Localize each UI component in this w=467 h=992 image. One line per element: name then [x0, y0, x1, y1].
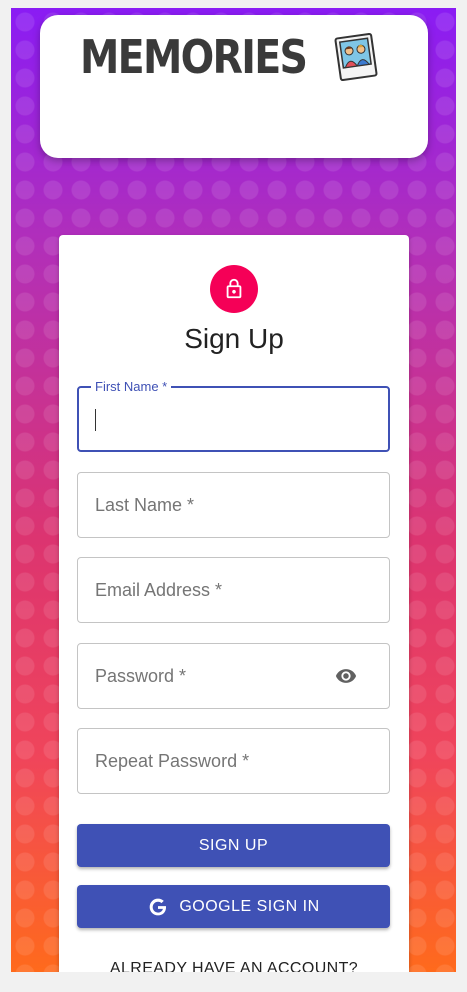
first-name-label: First Name *: [91, 379, 172, 394]
text-caret: [95, 409, 96, 431]
last-name-placeholder: Last Name *: [95, 495, 195, 515]
sign-up-label: SIGN UP: [198, 836, 269, 854]
signup-form-card: Sign Up First Name * Last Name * Email A…: [59, 235, 409, 972]
email-placeholder: Email Address *: [95, 580, 223, 600]
switch-to-sign-in-link[interactable]: ALREADY HAVE AN ACCOUNT?: [59, 960, 409, 972]
photo-memories-icon: [334, 32, 378, 82]
sign-up-button[interactable]: SIGN UP: [77, 824, 390, 867]
first-name-field[interactable]: First Name *: [77, 379, 390, 452]
password-placeholder: Password *: [95, 666, 187, 686]
password-field[interactable]: Password *: [77, 643, 390, 709]
lock-avatar: [210, 265, 258, 313]
brand-link[interactable]: MEMORIES: [80, 27, 380, 87]
app-bar: MEMORIES: [40, 15, 428, 158]
repeat-password-placeholder: Repeat Password *: [95, 751, 250, 771]
google-icon: [149, 898, 167, 915]
window-edge: [456, 8, 467, 972]
email-field[interactable]: Email Address *: [77, 557, 390, 623]
last-name-field[interactable]: Last Name *: [77, 472, 390, 538]
page-title: Sign Up: [184, 323, 284, 354]
google-sign-in-label: GOOGLE SIGN IN: [179, 897, 320, 915]
brand-title: MEMORIES: [80, 30, 308, 84]
google-sign-in-button[interactable]: GOOGLE SIGN IN: [77, 885, 390, 928]
page-background: MEMORIES Sign Up First Name * Last Name …: [11, 8, 456, 972]
lock-icon: [226, 278, 242, 299]
repeat-password-field[interactable]: Repeat Password *: [77, 728, 390, 794]
eye-icon[interactable]: [333, 665, 359, 687]
